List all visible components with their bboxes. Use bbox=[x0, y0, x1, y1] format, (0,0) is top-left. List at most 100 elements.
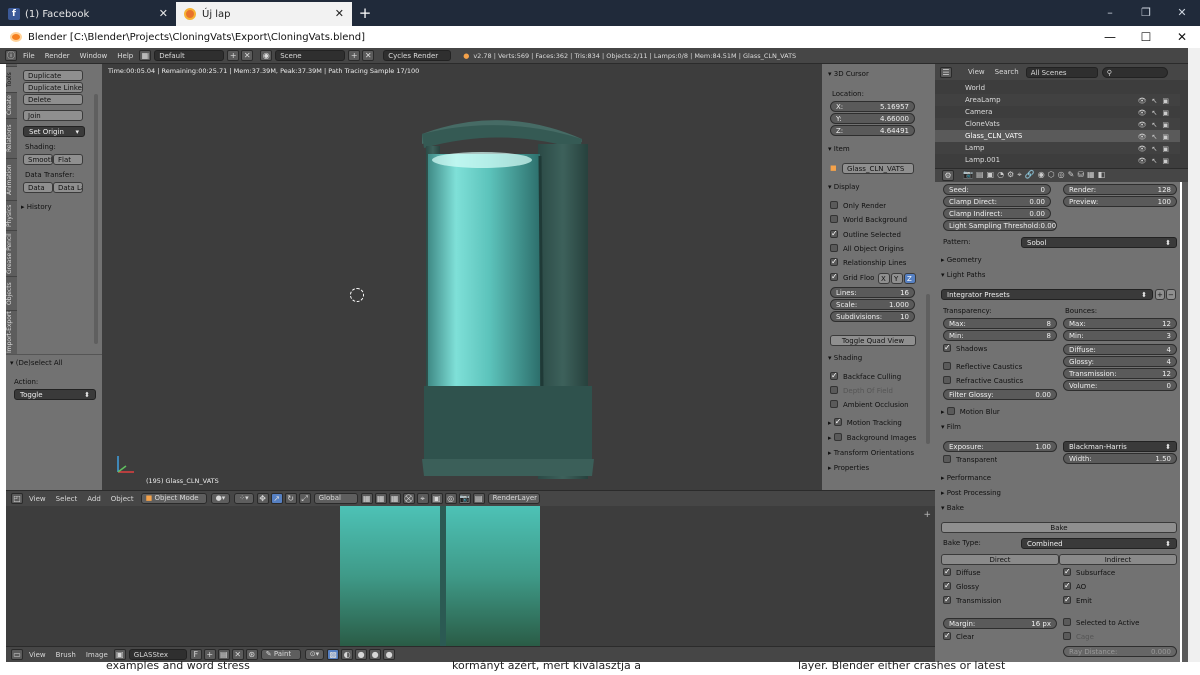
item-panel[interactable]: ▾ Item bbox=[828, 144, 850, 155]
editor-type-icon[interactable]: ⓘ bbox=[5, 50, 17, 61]
history-panel[interactable]: ▸ History bbox=[21, 202, 52, 213]
menu-image[interactable]: Image bbox=[81, 651, 113, 659]
menu-view[interactable]: View bbox=[24, 495, 51, 503]
filter-width-field[interactable]: Width: 1.50 bbox=[1063, 453, 1177, 464]
transparency-max-field[interactable]: Max: 8 bbox=[943, 318, 1057, 329]
tab-grease-pencil[interactable]: Grease Pencil bbox=[6, 230, 17, 276]
tab-animation[interactable]: Animation bbox=[6, 158, 17, 200]
manipulator-icon[interactable]: ✥ bbox=[256, 493, 269, 504]
preview-samples-field[interactable]: Preview: 100 bbox=[1063, 196, 1177, 207]
outliner-item-clonevats[interactable]: CloneVats 👁↖▣ bbox=[935, 118, 1180, 130]
all-object-origins-toggle[interactable]: All Object Origins bbox=[830, 244, 904, 255]
data-button[interactable]: Data bbox=[23, 182, 53, 193]
new-tab-button[interactable]: + bbox=[356, 4, 374, 22]
world-background-toggle[interactable]: World Background bbox=[830, 215, 907, 226]
proportional-icon[interactable]: ◎ bbox=[444, 493, 457, 504]
tab-physics[interactable]: Physics bbox=[6, 200, 17, 230]
render-samples-field[interactable]: Render: 128 bbox=[1063, 184, 1177, 195]
context-tabs-icons[interactable]: 📷▤▣◔⚙⌖🔗◉⬡◎✎⛁▦◧ bbox=[963, 170, 1108, 180]
close-icon[interactable]: ✕ bbox=[1164, 0, 1200, 26]
item-name-field[interactable]: Glass_CLN_VATS bbox=[842, 163, 914, 174]
maximize-icon[interactable]: ☐ bbox=[1128, 26, 1164, 48]
glossy-bounces-field[interactable]: Glossy: 4 bbox=[1063, 356, 1177, 367]
tab-create[interactable]: Create bbox=[6, 92, 17, 118]
light-threshold-field[interactable]: Light Sampling Threshold: 0.00 bbox=[943, 220, 1057, 231]
background-images-panel[interactable]: ▸ Background Images bbox=[828, 433, 916, 444]
bake-subsurface-toggle[interactable]: Subsurface bbox=[1063, 568, 1115, 579]
image-editor[interactable]: + bbox=[6, 506, 935, 646]
outliner-item-lamp-001[interactable]: Lamp.001 👁↖▣ bbox=[935, 154, 1180, 166]
pivot-select[interactable]: ⁘▾ bbox=[234, 493, 254, 504]
cursor-z-field[interactable]: Z: 4.64491 bbox=[830, 125, 915, 136]
shadows-toggle[interactable]: Shadows bbox=[943, 344, 987, 355]
exposure-field[interactable]: Exposure: 1.00 bbox=[943, 441, 1057, 452]
lines-field[interactable]: Lines: 16 bbox=[830, 287, 915, 298]
render-layer-select[interactable]: RenderLayer bbox=[487, 493, 540, 504]
delete-button[interactable]: Delete bbox=[23, 94, 83, 105]
layers-icon[interactable]: ▦ bbox=[374, 493, 387, 504]
tab-import-export[interactable]: Import-Export bbox=[6, 310, 17, 354]
scale-field[interactable]: Scale: 1.000 bbox=[830, 299, 915, 310]
transform-orientations-panel[interactable]: ▸ Transform Orientations bbox=[828, 448, 914, 459]
bake-diffuse-toggle[interactable]: Diffuse bbox=[943, 568, 981, 579]
grid-z-button[interactable]: Z bbox=[904, 273, 916, 284]
minimize-icon[interactable]: – bbox=[1092, 0, 1128, 26]
remove-preset-button[interactable]: − bbox=[1166, 289, 1176, 300]
snap-element-icon[interactable]: ▣ bbox=[430, 493, 443, 504]
menu-search[interactable]: Search bbox=[990, 68, 1024, 76]
bounces-max-field[interactable]: Max: 12 bbox=[1063, 318, 1177, 329]
operator-title[interactable]: ▾ (De)select All bbox=[10, 358, 63, 369]
duplicate-linked-button[interactable]: Duplicate Linked bbox=[23, 82, 83, 93]
channel-rgb-icon[interactable]: ▩ bbox=[327, 649, 340, 660]
bake-type-select[interactable]: Combined ⬍ bbox=[1021, 538, 1177, 549]
remove-layout-icon[interactable]: ✕ bbox=[241, 50, 254, 61]
lock-icon[interactable]: ⛒ bbox=[402, 493, 415, 504]
toolshelf-scrollbar[interactable] bbox=[94, 94, 98, 344]
transparency-min-field[interactable]: Min: 8 bbox=[943, 330, 1057, 341]
reflective-caustics-toggle[interactable]: Reflective Caustics bbox=[943, 362, 1022, 373]
outliner-item-lamp[interactable]: Lamp 👁↖▣ bbox=[935, 142, 1180, 154]
render-engine-select[interactable]: Cycles Render bbox=[383, 50, 452, 61]
paint-mode-select[interactable]: ✎ Paint bbox=[260, 649, 301, 660]
relationship-lines-toggle[interactable]: Relationship Lines bbox=[830, 258, 906, 269]
minimize-icon[interactable]: — bbox=[1092, 26, 1128, 48]
layers-icon[interactable]: ▦ bbox=[360, 493, 373, 504]
only-render-toggle[interactable]: Only Render bbox=[830, 201, 886, 212]
seed-field[interactable]: Seed: 0 bbox=[943, 184, 1051, 195]
menu-view[interactable]: View bbox=[24, 651, 51, 659]
geometry-panel[interactable]: ▸ Geometry bbox=[941, 255, 982, 266]
tab-objects[interactable]: Objects bbox=[6, 276, 17, 310]
outliner-item-arealamp[interactable]: AreaLamp 👁↖▣ bbox=[935, 94, 1180, 106]
channel-alpha-icon[interactable]: ◐ bbox=[341, 649, 354, 660]
subdivisions-field[interactable]: Subdivisions: 10 bbox=[830, 311, 915, 322]
selected-to-active-toggle[interactable]: Selected to Active bbox=[1063, 618, 1139, 629]
menu-add[interactable]: Add bbox=[82, 495, 106, 503]
transmission-bounces-field[interactable]: Transmission: 12 bbox=[1063, 368, 1177, 379]
pivot-select[interactable]: ⊙▾ bbox=[304, 649, 325, 660]
outliner-search-input[interactable]: ⚲ bbox=[1101, 66, 1168, 78]
toggle-quad-view-button[interactable]: Toggle Quad View bbox=[830, 335, 916, 346]
film-panel[interactable]: ▾ Film bbox=[941, 422, 961, 433]
outline-selected-toggle[interactable]: Outline Selected bbox=[830, 230, 901, 241]
bake-ao-toggle[interactable]: AO bbox=[1063, 582, 1086, 593]
orientation-select[interactable]: Global bbox=[313, 493, 358, 504]
menu-view[interactable]: View bbox=[963, 68, 990, 76]
editor-type-icon[interactable]: ▭ bbox=[11, 649, 23, 660]
motion-tracking-panel[interactable]: ▸ Motion Tracking bbox=[828, 418, 902, 429]
bake-panel[interactable]: ▾ Bake bbox=[941, 503, 964, 514]
add-preset-button[interactable]: + bbox=[1155, 289, 1165, 300]
ambient-occlusion-toggle[interactable]: Ambient Occlusion bbox=[830, 400, 909, 411]
display-mode-select[interactable]: All Scenes bbox=[1025, 66, 1098, 78]
scene-field[interactable]: Scene bbox=[275, 50, 346, 61]
editor-type-icon[interactable]: ☰ bbox=[940, 66, 952, 78]
display-panel[interactable]: ▾ Display bbox=[828, 182, 860, 193]
channel-red-icon[interactable]: ● bbox=[355, 649, 368, 660]
grid-floor-toggle[interactable]: Grid Floo bbox=[830, 273, 874, 284]
cursor-x-field[interactable]: X: 5.16957 bbox=[830, 101, 915, 112]
outliner-item-world[interactable]: World bbox=[935, 82, 1180, 94]
visibility-icons[interactable]: 👁↖▣ bbox=[1138, 155, 1174, 167]
set-origin-select[interactable]: Set Origin ▾ bbox=[23, 126, 85, 137]
bake-button[interactable]: Bake bbox=[941, 522, 1177, 533]
clear-toggle[interactable]: Clear bbox=[943, 632, 974, 643]
clamp-direct-field[interactable]: Clamp Direct: 0.00 bbox=[943, 196, 1051, 207]
